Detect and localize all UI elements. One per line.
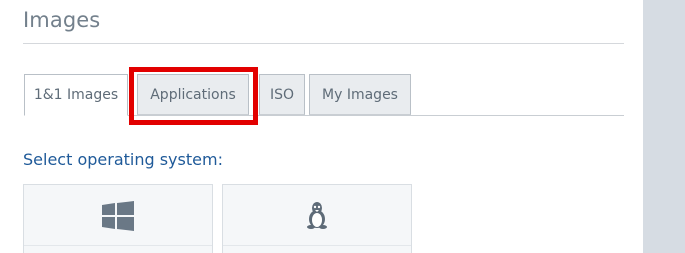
tab-1and1-images[interactable]: 1&1 Images [24, 74, 128, 116]
os-option-windows[interactable] [23, 184, 213, 253]
title-divider [23, 43, 624, 44]
image-tabs: 1&1 Images Applications ISO My Images [24, 74, 624, 116]
right-sidebar [643, 0, 685, 253]
card-divider [24, 245, 212, 246]
tab-iso[interactable]: ISO [259, 74, 305, 115]
tab-my-images[interactable]: My Images [309, 74, 411, 115]
linux-icon [307, 202, 327, 229]
windows-icon [102, 201, 134, 231]
os-option-linux[interactable] [222, 184, 412, 253]
card-divider [223, 245, 411, 246]
page-title: Images [23, 8, 101, 32]
page: Images 1&1 Images Applications ISO My Im… [0, 0, 685, 253]
tab-applications[interactable]: Applications [137, 74, 249, 115]
os-section-label: Select operating system: [23, 150, 223, 169]
